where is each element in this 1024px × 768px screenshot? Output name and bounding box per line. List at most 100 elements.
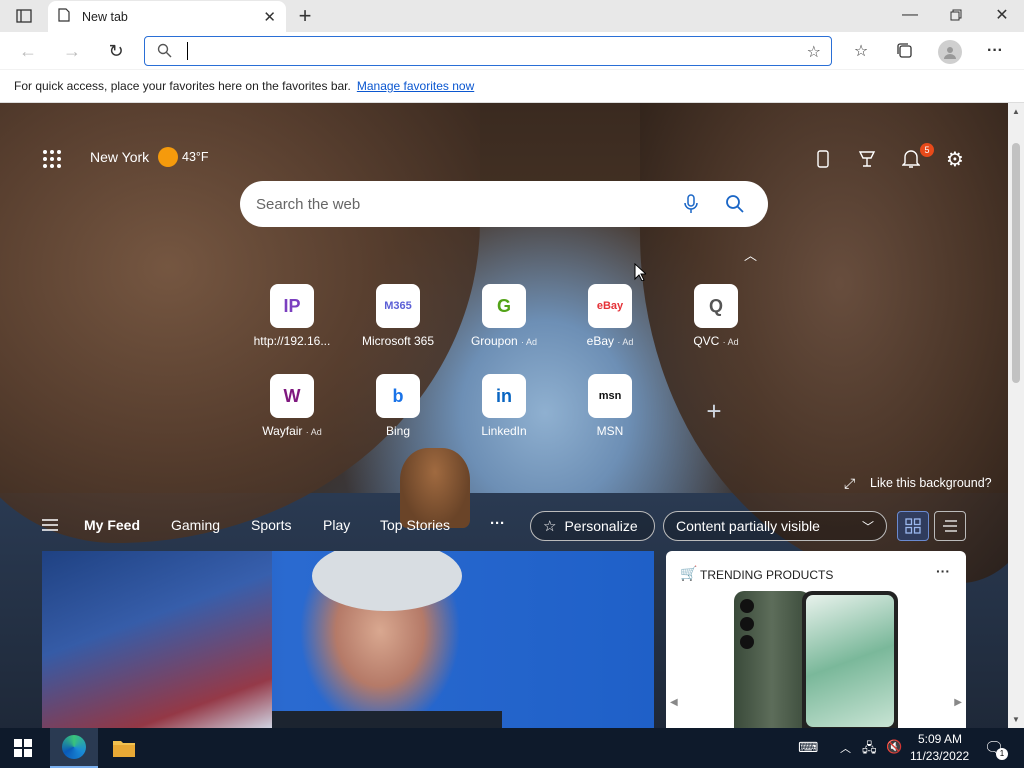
quick-link-label: eBay: [586, 334, 614, 348]
quick-link-icon: G: [482, 284, 526, 328]
collapse-links-icon[interactable]: ︿: [744, 245, 757, 264]
nav-sports[interactable]: Sports: [251, 517, 291, 533]
trending-title: TRENDING PRODUCTS: [700, 568, 834, 582]
new-tab-page: New York 43°F 5 ⚙ Search the web ︿ IP htt…: [0, 103, 1008, 728]
quick-link-7[interactable]: in LinkedIn: [454, 374, 554, 438]
rewards-icon[interactable]: [856, 147, 878, 171]
apps-grid-icon[interactable]: [40, 147, 64, 171]
settings-gear-icon[interactable]: ⚙: [944, 147, 966, 171]
sun-icon: [158, 147, 178, 167]
search-icon: [157, 43, 172, 63]
card-more-icon[interactable]: ···: [936, 563, 950, 579]
tab-strip: New tab ✕ + — ✕: [0, 0, 1024, 32]
close-tab-icon[interactable]: ✕: [263, 8, 276, 26]
hamburger-menu-icon[interactable]: [40, 516, 60, 534]
page-scrollbar[interactable]: ▲ ▼: [1008, 103, 1024, 728]
microphone-icon[interactable]: [684, 194, 698, 218]
tab-title: New tab: [82, 9, 128, 24]
web-search-input[interactable]: Search the web: [256, 196, 360, 213]
quick-link-icon: Q: [694, 284, 738, 328]
back-icon[interactable]: ←: [16, 40, 40, 62]
quick-link-ad-tag: · Ad: [722, 337, 739, 347]
quick-link-8[interactable]: msn MSN: [560, 374, 660, 438]
forward-icon[interactable]: →: [60, 40, 84, 62]
expand-icon: ⤢: [844, 475, 856, 491]
network-icon[interactable]: 🖧: [862, 739, 877, 761]
refresh-icon[interactable]: ↻: [104, 40, 128, 62]
weather-temperature[interactable]: 43°F: [182, 150, 209, 164]
tab-new-tab[interactable]: New tab ✕: [48, 1, 286, 32]
carousel-prev-icon[interactable]: ◀: [670, 697, 678, 708]
list-view-button[interactable]: [934, 511, 966, 541]
personalize-button[interactable]: ☆ Personalize: [530, 511, 655, 541]
content-visibility-dropdown[interactable]: Content partially visible ﹀: [663, 511, 887, 541]
clock-date[interactable]: 11/23/2022: [910, 749, 969, 763]
volume-muted-icon[interactable]: 🔇: [886, 739, 902, 755]
keyboard-icon[interactable]: ⌨: [798, 739, 818, 756]
new-tab-button[interactable]: +: [294, 3, 316, 28]
weather-location[interactable]: New York: [90, 149, 149, 165]
news-photo-flag: [42, 551, 272, 728]
background-rock-stack: [400, 448, 470, 528]
more-menu-icon[interactable]: ···: [984, 40, 1006, 62]
scroll-up-icon[interactable]: ▲: [1012, 107, 1020, 116]
quick-link-icon: in: [482, 374, 526, 418]
quick-link-icon: W: [270, 374, 314, 418]
news-photo-suit: [272, 711, 502, 728]
page-icon: [58, 8, 70, 25]
quick-link-label: http://192.16...: [253, 334, 331, 348]
restore-button[interactable]: [942, 4, 970, 26]
quick-link-1[interactable]: M365 Microsoft 365: [348, 284, 448, 348]
collections-icon[interactable]: [894, 40, 916, 62]
add-shortcut-icon[interactable]: +: [700, 396, 728, 426]
cart-icon: 🛒: [680, 565, 698, 581]
quick-link-4[interactable]: Q QVC · Ad: [666, 284, 766, 348]
favorites-icon[interactable]: ☆: [850, 40, 872, 62]
scroll-down-icon[interactable]: ▼: [1012, 715, 1020, 724]
nav-my-feed[interactable]: My Feed: [84, 517, 140, 533]
quick-link-label: Wayfair: [262, 424, 303, 438]
quick-link-3[interactable]: eBay eBay · Ad: [560, 284, 660, 348]
quick-link-0[interactable]: IP http://192.16...: [242, 284, 342, 348]
nav-top-stories[interactable]: Top Stories: [380, 517, 450, 533]
close-window-button[interactable]: ✕: [988, 4, 1016, 26]
windows-start-icon[interactable]: [14, 739, 32, 762]
quick-link-label: Groupon: [470, 334, 518, 348]
manage-favorites-link[interactable]: Manage favorites now: [357, 79, 474, 93]
profile-avatar[interactable]: [938, 40, 962, 64]
personalize-icon: ☆: [543, 518, 557, 535]
news-hero-card[interactable]: [42, 551, 654, 728]
nav-play[interactable]: Play: [323, 517, 350, 533]
quick-link-2[interactable]: G Groupon · Ad: [454, 284, 554, 348]
search-submit-icon[interactable]: [725, 194, 744, 217]
grid-view-button[interactable]: [897, 511, 929, 541]
carousel-next-icon[interactable]: ▶: [954, 697, 962, 708]
minimize-button[interactable]: —: [896, 4, 924, 26]
web-search-box[interactable]: Search the web: [240, 181, 768, 227]
mobile-icon[interactable]: [812, 147, 834, 171]
quick-link-5[interactable]: W Wayfair · Ad: [242, 374, 342, 438]
phone-front-image: [802, 591, 898, 728]
tray-chevron-icon[interactable]: ︿: [840, 740, 851, 756]
tab-actions-icon[interactable]: [14, 7, 34, 25]
quick-link-icon: IP: [270, 284, 314, 328]
nav-gaming[interactable]: Gaming: [171, 517, 220, 533]
file-explorer-icon[interactable]: [112, 738, 136, 763]
address-input[interactable]: [187, 42, 188, 60]
browser-toolbar: ← → ↻ ☆ ☆ ···: [0, 32, 1024, 70]
add-favorite-icon[interactable]: ☆: [807, 42, 821, 62]
quick-link-6[interactable]: b Bing: [348, 374, 448, 438]
mouse-cursor-icon: [634, 262, 648, 286]
action-center-badge: 1: [996, 748, 1008, 760]
edge-taskbar-icon[interactable]: [50, 728, 98, 768]
trending-products-card[interactable]: 🛒 TRENDING PRODUCTS ··· ◀ ▶: [666, 551, 966, 728]
address-bar[interactable]: ☆: [144, 36, 832, 66]
more-nav-icon[interactable]: ···: [490, 515, 505, 532]
like-background-link[interactable]: Like this background?: [870, 476, 992, 490]
notifications-bell-icon[interactable]: [900, 147, 922, 171]
scrollbar-thumb[interactable]: [1012, 143, 1020, 383]
quick-link-icon: M365: [376, 284, 420, 328]
clock-time[interactable]: 5:09 AM: [918, 732, 962, 746]
quick-link-label: LinkedIn: [481, 424, 527, 438]
personalize-label: Personalize: [564, 518, 638, 534]
